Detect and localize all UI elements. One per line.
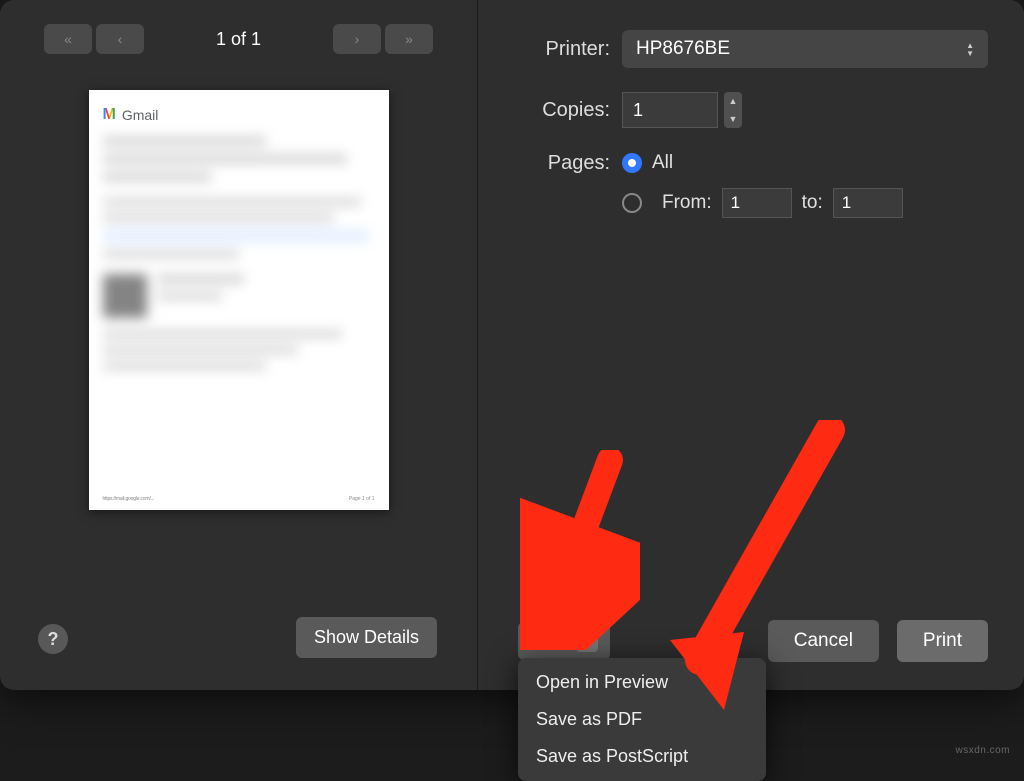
page-count-label: 1 of 1 [216,29,261,50]
blurred-content [103,136,375,370]
pdf-menu: Open in Preview Save as PDF Save as Post… [518,658,766,781]
radio-on-icon [622,153,642,173]
copies-input[interactable] [622,92,718,128]
pages-from-label: From: [662,192,712,214]
preview-nav: « ‹ 1 of 1 › » [44,24,433,54]
printer-value: HP8676BE [636,38,730,60]
help-button[interactable]: ? [38,624,68,654]
printer-select[interactable]: HP8676BE ▲▼ [622,30,988,68]
copies-row: Copies: ▲ ▼ [518,92,988,128]
pages-all-option[interactable]: All [622,152,903,174]
copies-stepper[interactable]: ▲ ▼ [724,92,742,128]
pdf-dropdown-button[interactable]: PDF ▼ [518,622,610,660]
chevron-updown-icon: ▲▼ [966,42,974,57]
prev-page-button[interactable]: ‹ [96,24,144,54]
page-number-footer: Page 1 of 1 [349,496,375,502]
pages-to-input[interactable] [833,188,903,218]
next-page-button[interactable]: › [333,24,381,54]
printer-label: Printer: [518,38,622,61]
preview-pane: « ‹ 1 of 1 › » M Gmail [0,0,478,690]
menu-item-save-as-pdf[interactable]: Save as PDF [518,701,766,738]
pages-row: Pages: All From: to: [518,152,988,218]
options-pane: Printer: HP8676BE ▲▼ Copies: ▲ ▼ Pages: … [478,0,1024,690]
printer-row: Printer: HP8676BE ▲▼ [518,30,988,68]
pdf-label: PDF [530,630,568,652]
show-details-button[interactable]: Show Details [296,617,437,658]
cancel-button[interactable]: Cancel [768,620,879,662]
print-dialog: « ‹ 1 of 1 › » M Gmail [0,0,1024,690]
print-button[interactable]: Print [897,620,988,662]
page-preview: M Gmail [89,90,389,510]
last-page-button[interactable]: » [385,24,433,54]
chevron-left-icon: ‹ [118,31,123,47]
chevron-down-icon: ▼ [576,630,598,652]
gmail-m-icon: M [103,106,116,124]
gmail-label: Gmail [122,107,159,123]
stepper-down-icon: ▼ [724,110,742,128]
watermark: wsxdn.com [955,745,1010,756]
page-url-footer: https://mail.google.com/... [103,496,155,502]
question-mark-icon: ? [48,629,59,650]
pages-to-label: to: [802,192,823,214]
pages-range-option[interactable]: From: to: [622,188,903,218]
preview-nav-prev-group: « ‹ [44,24,144,54]
gmail-logo: M Gmail [103,106,375,124]
menu-item-save-as-postscript[interactable]: Save as PostScript [518,738,766,775]
stepper-up-icon: ▲ [724,92,742,110]
radio-off-icon [622,193,642,213]
dialog-buttons: PDF ▼ Cancel Print [478,620,1024,662]
copies-label: Copies: [518,99,622,122]
chevron-double-left-icon: « [64,31,72,47]
chevron-double-right-icon: » [405,31,413,47]
first-page-button[interactable]: « [44,24,92,54]
pages-options: All From: to: [622,152,903,218]
chevron-right-icon: › [355,31,360,47]
pages-label: Pages: [518,152,622,175]
preview-nav-next-group: › » [333,24,433,54]
pages-from-input[interactable] [722,188,792,218]
pages-all-label: All [652,152,673,174]
menu-item-open-in-preview[interactable]: Open in Preview [518,664,766,701]
